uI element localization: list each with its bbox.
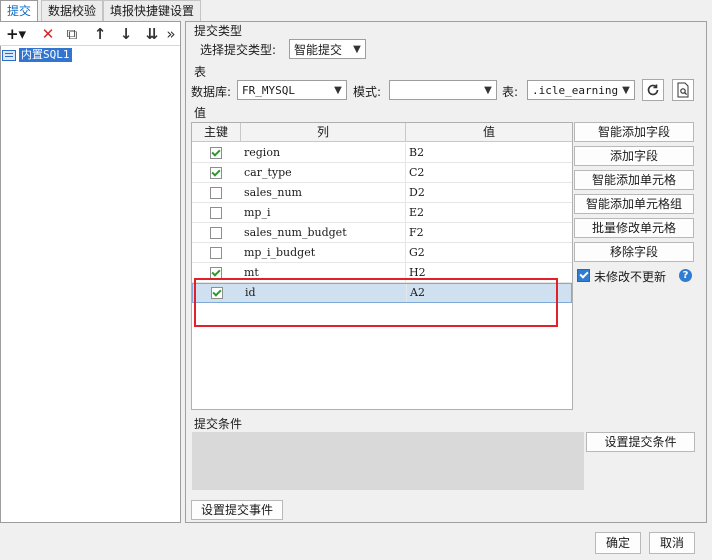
move-down-icon[interactable]: ↓ [116, 24, 136, 44]
cancel-button[interactable]: 取消 [649, 532, 695, 554]
value-cell[interactable]: E2 [406, 203, 572, 223]
table-row[interactable]: sales_num_budget F2 [192, 223, 572, 243]
submit-type-select-label: 选择提交类型: [200, 43, 277, 57]
preview-table-button[interactable] [672, 79, 694, 101]
column-cell[interactable]: mp_i_budget [241, 243, 406, 263]
table-row[interactable]: sales_num D2 [192, 183, 572, 203]
tab-data-validation[interactable]: 数据校验 [41, 0, 104, 21]
table-label: 表: [502, 85, 519, 99]
primary-key-checkbox[interactable] [210, 227, 222, 239]
set-condition-button[interactable]: 设置提交条件 [586, 432, 695, 452]
primary-key-checkbox[interactable] [210, 207, 222, 219]
tab-submit[interactable]: 提交 [0, 0, 39, 21]
submit-type-value: 智能提交 [294, 42, 343, 57]
header-column[interactable]: 列 [241, 123, 406, 142]
remove-field-button[interactable]: 移除字段 [574, 242, 694, 262]
smart-add-field-button[interactable]: 智能添加字段 [574, 122, 694, 142]
add-field-button[interactable]: 添加字段 [574, 146, 694, 166]
left-toolbar: +▾ ✕ ⧉ ↑ ↓ ⇊ » [0, 22, 180, 46]
ok-button[interactable]: 确定 [595, 532, 641, 554]
database-value: FR_MYSQL [242, 83, 295, 97]
column-cell[interactable]: car_type [241, 163, 406, 183]
condition-area [192, 432, 584, 490]
no-update-unmodified-label: 未修改不更新 [594, 270, 667, 284]
set-event-button[interactable]: 设置提交事件 [191, 500, 283, 520]
no-update-unmodified-checkbox[interactable] [577, 269, 590, 282]
copy-icon[interactable]: ⧉ [62, 24, 82, 44]
table-header: 主键 列 值 [192, 123, 572, 142]
value-cell[interactable]: F2 [406, 223, 572, 243]
refresh-icon [647, 84, 659, 96]
values-label: 值 [194, 106, 207, 120]
batch-modify-cell-button[interactable]: 批量修改单元格 [574, 218, 694, 238]
column-cell[interactable]: mp_i [241, 203, 406, 223]
chevron-down-icon: ▼ [334, 84, 342, 96]
table-row[interactable]: car_type C2 [192, 163, 572, 183]
primary-key-checkbox[interactable] [210, 147, 222, 159]
smart-add-cell-button[interactable]: 智能添加单元格 [574, 170, 694, 190]
table-value: .icle_earnings [532, 83, 618, 97]
chevron-down-icon: ▼ [353, 43, 361, 55]
tree-item-sql[interactable]: 内置SQL1 [2, 47, 72, 63]
tab-shortcut-settings[interactable]: 填报快捷键设置 [103, 0, 202, 21]
column-cell[interactable]: sales_num [241, 183, 406, 203]
value-cell[interactable]: G2 [406, 243, 572, 263]
tab-bar: 提交 数据校验 填报快捷键设置 [0, 0, 712, 21]
schema-label: 模式: [353, 85, 382, 99]
refresh-button[interactable] [642, 79, 664, 101]
database-label: 数据库: [191, 85, 232, 99]
highlight-box [194, 278, 558, 327]
value-cell[interactable]: C2 [406, 163, 572, 183]
table-select[interactable]: .icle_earnings ▼ [527, 80, 635, 100]
values-table: 主键 列 值 region B2 car_type C2 sales_num D… [191, 122, 573, 410]
primary-key-checkbox[interactable] [210, 247, 222, 259]
chevron-down-icon: ▼ [484, 84, 492, 96]
primary-key-checkbox[interactable] [210, 167, 222, 179]
column-cell[interactable]: sales_num_budget [241, 223, 406, 243]
submit-type-select[interactable]: 智能提交 ▼ [289, 39, 366, 59]
search-document-icon [677, 82, 689, 98]
left-panel [0, 21, 181, 523]
condition-label: 提交条件 [194, 417, 243, 431]
table-section-label: 表 [194, 65, 207, 79]
table-row[interactable]: mp_i_budget G2 [192, 243, 572, 263]
table-row[interactable]: region B2 [192, 143, 572, 163]
schema-select[interactable]: ▼ [389, 80, 497, 100]
move-up-icon[interactable]: ↑ [90, 24, 110, 44]
submit-type-section-label: 提交类型 [194, 24, 243, 38]
value-cell[interactable]: B2 [406, 143, 572, 163]
more-icon[interactable]: » [164, 24, 178, 44]
database-select[interactable]: FR_MYSQL ▼ [237, 80, 347, 100]
smart-add-cell-group-button[interactable]: 智能添加单元格组 [574, 194, 694, 214]
tree-item-label: 内置SQL1 [19, 48, 72, 62]
delete-icon[interactable]: ✕ [38, 24, 58, 44]
add-dropdown-button[interactable]: +▾ [3, 24, 29, 44]
header-value[interactable]: 值 [406, 123, 572, 142]
help-icon[interactable]: ? [679, 269, 692, 282]
dataset-icon [2, 49, 16, 61]
table-row[interactable]: mp_i E2 [192, 203, 572, 223]
column-cell[interactable]: region [241, 143, 406, 163]
value-cell[interactable]: D2 [406, 183, 572, 203]
chevron-down-icon: ▼ [622, 84, 630, 96]
move-bottom-icon[interactable]: ⇊ [142, 24, 162, 44]
primary-key-checkbox[interactable] [210, 187, 222, 199]
header-key[interactable]: 主键 [192, 123, 241, 142]
